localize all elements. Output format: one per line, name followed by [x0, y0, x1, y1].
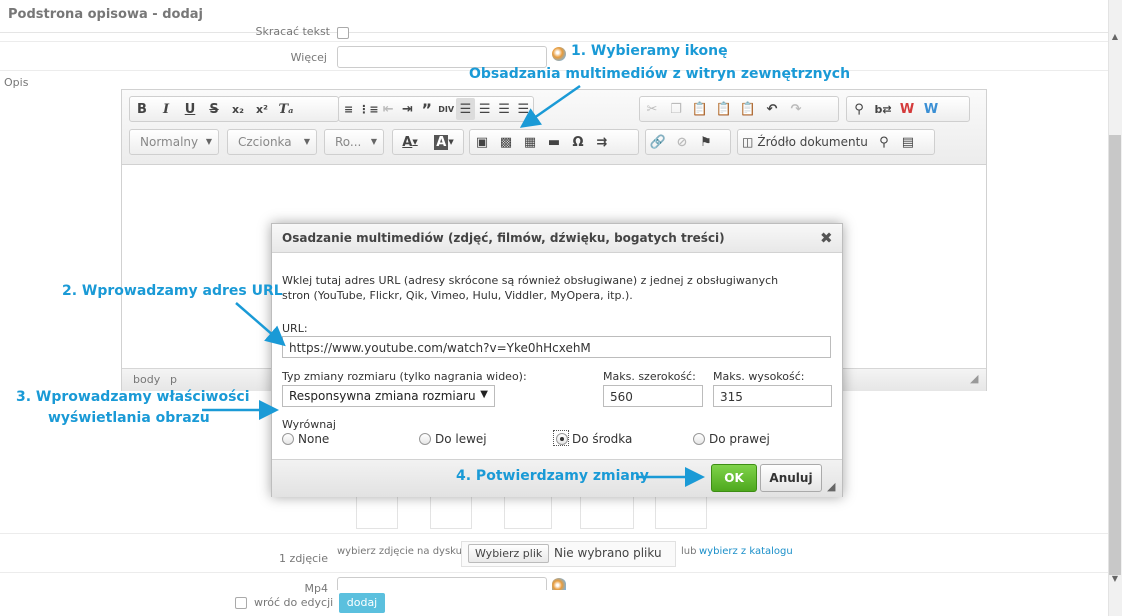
arrow-step2 [235, 302, 286, 347]
scroll-up-icon[interactable]: ▲ [1108, 30, 1122, 44]
scroll-down-icon[interactable]: ▼ [1108, 572, 1122, 586]
arrow-step1 [519, 84, 581, 128]
scrollbar-thumb[interactable] [1109, 135, 1121, 575]
annotation-arrows [202, 84, 705, 487]
